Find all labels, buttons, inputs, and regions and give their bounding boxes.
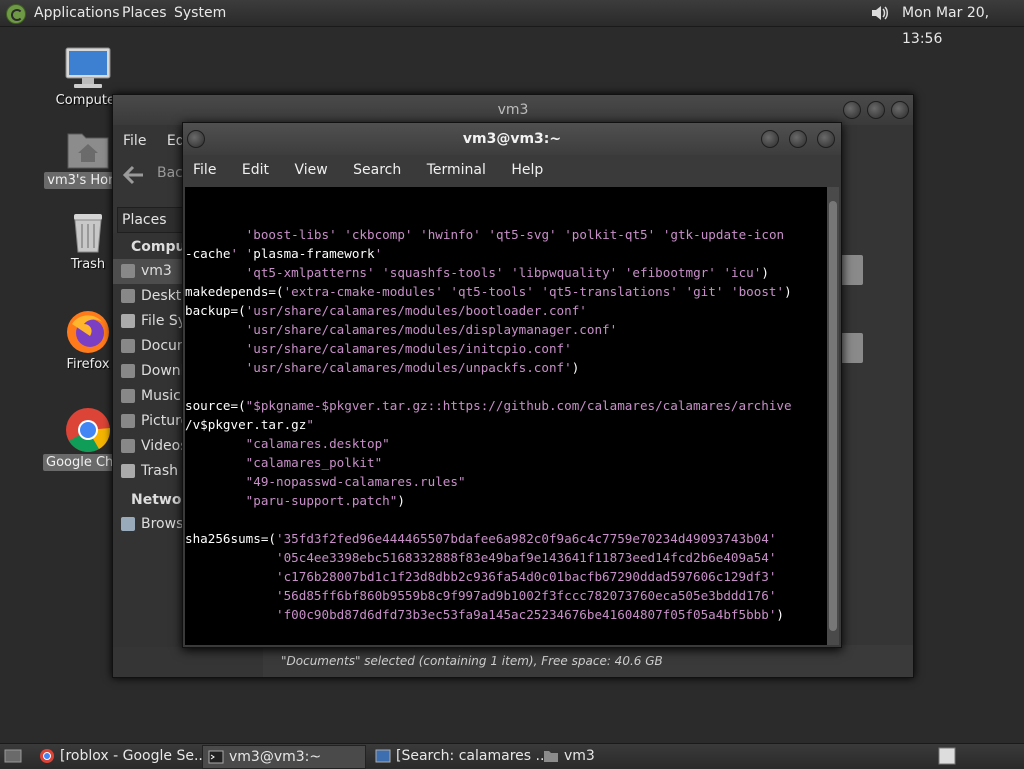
firefox-icon — [67, 311, 109, 353]
terminal-line: makedepends=('extra-cmake-modules' 'qt5-… — [185, 284, 792, 299]
volume-icon[interactable] — [870, 3, 890, 23]
terminal-line: 'usr/share/calamares/modules/unpackfs.co… — [245, 360, 580, 375]
network-icon — [121, 517, 135, 531]
menu-terminal[interactable]: Terminal — [427, 162, 486, 178]
task-vm3-folder[interactable]: vm3 — [538, 745, 644, 767]
terminal-line: backup=('usr/share/calamares/modules/boo… — [185, 303, 587, 318]
documents-folder-icon — [121, 339, 135, 353]
trash-icon — [74, 214, 102, 253]
home-folder-icon — [67, 133, 109, 169]
chrome-icon — [40, 749, 54, 763]
file-manager-titlebar[interactable]: vm3 — [113, 95, 913, 125]
terminal-line: 'usr/share/calamares/modules/initcpio.co… — [245, 341, 572, 356]
terminal-icon — [208, 750, 224, 764]
menu-search[interactable]: Search — [353, 162, 401, 178]
terminal-line: "calamares_polkit" — [245, 455, 383, 470]
terminal-line: 'f00c90bd87d6dfd73b3ec53fa9a145ac2523467… — [276, 607, 785, 622]
terminal-line: sha256sums=('35fd3f2fed96e444465507bdafe… — [185, 531, 777, 546]
top-panel: Applications Places System Mon Mar 20, 1… — [0, 0, 1024, 47]
menu-file[interactable]: File — [193, 162, 216, 178]
pictures-folder-icon — [121, 414, 135, 428]
minimize-button[interactable] — [843, 101, 861, 119]
desktop-icon-label: Trash — [70, 257, 106, 272]
maximize-button[interactable] — [867, 101, 885, 119]
menu-view[interactable]: View — [294, 162, 327, 178]
terminal-titlebar[interactable]: vm3@vm3:~ — [183, 123, 841, 155]
workspace-switcher-icon[interactable] — [938, 747, 956, 765]
window-title: vm3@vm3:~ — [462, 131, 562, 147]
back-arrow-icon[interactable] — [123, 165, 145, 185]
terminal-line: "calamares.desktop" — [245, 436, 390, 451]
videos-folder-icon — [121, 439, 135, 453]
task-label: vm3 — [564, 748, 595, 764]
task-terminal[interactable]: vm3@vm3:~ — [202, 745, 366, 769]
mate-logo-icon[interactable] — [6, 4, 26, 24]
menu-file[interactable]: File — [123, 133, 146, 149]
task-search[interactable]: [Search: calamares ... — [370, 745, 558, 767]
folder-icon — [544, 751, 558, 762]
music-folder-icon — [121, 389, 135, 403]
scrollbar-thumb[interactable] — [829, 201, 837, 631]
terminal-line: "49-nopasswd-calamares.rules" — [245, 474, 466, 489]
places-menu[interactable]: Places — [122, 0, 167, 26]
trash-icon — [121, 464, 135, 478]
file-manager-statusbar: "Documents" selected (containing 1 item)… — [263, 645, 913, 677]
window-title: vm3 — [497, 102, 529, 118]
menu-help[interactable]: Help — [511, 162, 543, 178]
clock[interactable]: Mon Mar 20, 13:56 — [902, 0, 1024, 52]
task-chrome[interactable]: [roblox - Google Se... — [34, 745, 222, 767]
terminal-window[interactable]: vm3@vm3:~ File Edit View Search Terminal… — [182, 122, 842, 648]
desktop-icon-label: Firefox — [66, 357, 110, 372]
terminal-line: '56d85ff6bf860b9559b8c9f997ad9b1002f3fcc… — [276, 588, 777, 603]
terminal-output[interactable]: 'boost-libs' 'ckbcomp' 'hwinfo' 'qt5-svg… — [185, 187, 827, 645]
folder-icon[interactable] — [839, 333, 863, 363]
task-label: vm3@vm3:~ — [229, 749, 322, 765]
drive-icon — [121, 314, 135, 328]
show-desktop-icon[interactable] — [4, 747, 22, 765]
terminal-line: "paru-support.patch") — [245, 493, 405, 508]
system-menu[interactable]: System — [174, 0, 226, 26]
terminal-line: -cache' 'plasma-framework' — [185, 246, 383, 261]
close-button[interactable] — [817, 130, 835, 148]
terminal-line: 'c176b28007bd1c1f23d8dbb2c936fa54d0c01ba… — [276, 569, 777, 584]
search-window-icon — [375, 749, 391, 763]
terminal-line: 'boost-libs' 'ckbcomp' 'hwinfo' 'qt5-svg… — [245, 227, 785, 242]
task-label: [roblox - Google Se... — [60, 748, 208, 764]
desktop-folder-icon — [121, 289, 135, 303]
computer-icon — [65, 47, 111, 88]
terminal-menubar: File Edit View Search Terminal Help — [183, 155, 841, 185]
minimize-button[interactable] — [761, 130, 779, 148]
chrome-icon — [66, 408, 111, 452]
terminal-line: 'qt5-xmlpatterns' 'squashfs-tools' 'libp… — [245, 265, 769, 280]
window-menu-button[interactable] — [187, 130, 205, 148]
terminal-line: 'usr/share/calamares/modules/displaymana… — [245, 322, 618, 337]
bottom-panel: [roblox - Google Se... vm3@vm3:~ [Search… — [0, 743, 1024, 769]
terminal-line: source=("$pkgname-$pkgver.tar.gz::https:… — [185, 398, 792, 413]
terminal-line: prepare() { — [185, 643, 827, 645]
applications-menu[interactable]: Applications — [34, 0, 120, 26]
terminal-line: /v$pkgver.tar.gz" — [185, 417, 314, 432]
downloads-folder-icon — [121, 364, 135, 378]
close-button[interactable] — [891, 101, 909, 119]
maximize-button[interactable] — [789, 130, 807, 148]
terminal-line: '05c4ee3398ebc5168332888f83e49baf9e14364… — [276, 550, 777, 565]
terminal-scrollbar[interactable] — [827, 187, 839, 645]
folder-icon[interactable] — [839, 255, 863, 285]
home-icon — [121, 264, 135, 278]
task-label: [Search: calamares ... — [396, 748, 549, 764]
menu-edit[interactable]: Edit — [242, 162, 269, 178]
